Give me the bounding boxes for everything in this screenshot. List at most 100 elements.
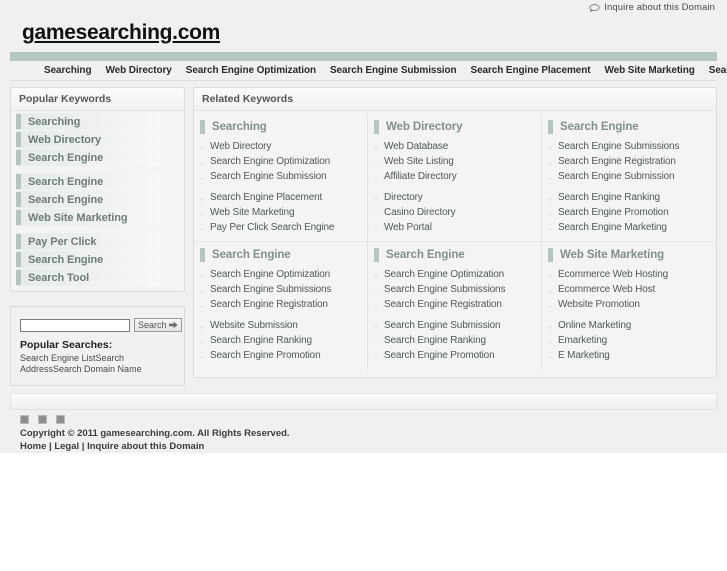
keyword-link[interactable]: Search Engine Promotion — [384, 350, 495, 362]
keyword-item[interactable]: Pay Per Click — [16, 233, 160, 250]
popular-search-link[interactable]: Search Domain Name — [53, 364, 142, 374]
list-item[interactable]: Search Engine Registration — [200, 299, 361, 313]
keyword-link[interactable]: Search Engine Ranking — [558, 192, 660, 204]
site-logo[interactable]: gamesearching.com — [22, 21, 220, 44]
list-item[interactable]: Ecommerce Web Hosting — [548, 269, 710, 283]
list-item[interactable]: E Marketing — [548, 350, 710, 364]
footer-link-inquire-about-this-domain[interactable]: Inquire about this Domain — [87, 441, 204, 452]
keyword-link[interactable]: Pay Per Click — [28, 236, 97, 248]
keyword-item[interactable]: Search Engine — [16, 191, 160, 208]
list-item[interactable]: Search Engine Ranking — [374, 335, 535, 349]
keyword-link[interactable]: Web Site Listing — [384, 156, 454, 168]
keyword-link[interactable]: Search Engine — [28, 152, 103, 164]
list-item[interactable]: Search Engine Promotion — [374, 350, 535, 364]
social-square-icon[interactable] — [38, 415, 47, 424]
keyword-link[interactable]: Search Engine Submissions — [558, 141, 679, 153]
keyword-link[interactable]: Web Portal — [384, 222, 432, 234]
keyword-link[interactable]: Pay Per Click Search Engine — [210, 222, 334, 234]
nav-item-search-engine-optimization[interactable]: Search Engine Optimization — [186, 65, 316, 76]
keyword-item[interactable]: Search Engine — [16, 251, 160, 268]
keyword-link[interactable]: Casino Directory — [384, 207, 456, 219]
list-item[interactable]: Website Submission — [200, 320, 361, 334]
footer-link-legal[interactable]: Legal — [54, 441, 79, 452]
keyword-link[interactable]: Search Engine Ranking — [210, 335, 312, 347]
keyword-link[interactable]: Search Engine Submission — [384, 320, 501, 332]
list-item[interactable]: Directory — [374, 192, 535, 206]
keyword-link[interactable]: Search Engine Registration — [210, 299, 328, 311]
list-item[interactable]: Search Engine Marketing — [548, 222, 710, 236]
keyword-link[interactable]: Searching — [28, 116, 80, 128]
list-item[interactable]: Search Engine Optimization — [200, 269, 361, 283]
keyword-link[interactable]: Search Engine Placement — [210, 192, 322, 204]
keyword-item[interactable]: Search Tool — [16, 269, 160, 286]
social-square-icon[interactable] — [20, 415, 29, 424]
keyword-item[interactable]: Web Site Marketing — [16, 209, 160, 226]
keyword-link[interactable]: Affiliate Directory — [384, 171, 457, 183]
keyword-link[interactable]: Web Directory — [28, 134, 101, 146]
list-item[interactable]: Casino Directory — [374, 207, 535, 221]
keyword-link[interactable]: Search Engine Ranking — [384, 335, 486, 347]
keyword-link[interactable]: Ecommerce Web Host — [558, 284, 655, 296]
footer-link-home[interactable]: Home — [20, 441, 46, 452]
keyword-link[interactable]: Search Engine Registration — [384, 299, 502, 311]
keyword-link[interactable]: Search Engine — [28, 194, 103, 206]
nav-item-searching[interactable]: Searching — [44, 65, 92, 76]
list-item[interactable]: Online Marketing — [548, 320, 710, 334]
nav-item-web-directory[interactable]: Web Directory — [105, 65, 171, 76]
keyword-link[interactable]: Website Submission — [210, 320, 298, 332]
keyword-link[interactable]: Search Engine — [28, 254, 103, 266]
nav-item-search-engine-placement[interactable]: Search Engine Placement — [471, 65, 591, 76]
keyword-link[interactable]: E Marketing — [558, 350, 610, 362]
list-item[interactable]: Search Engine Promotion — [200, 350, 361, 364]
list-item[interactable]: Search Engine Submissions — [374, 284, 535, 298]
list-item[interactable]: Search Engine Submissions — [200, 284, 361, 298]
keyword-link[interactable]: Search Engine Optimization — [384, 269, 504, 281]
keyword-link[interactable]: Directory — [384, 192, 423, 204]
list-item[interactable]: Search Engine Submission — [374, 320, 535, 334]
list-item[interactable]: Emarketing — [548, 335, 710, 349]
list-item[interactable]: Affiliate Directory — [374, 171, 535, 185]
keyword-link[interactable]: Ecommerce Web Hosting — [558, 269, 668, 281]
list-item[interactable]: Pay Per Click Search Engine — [200, 222, 361, 236]
list-item[interactable]: Web Site Listing — [374, 156, 535, 170]
popular-search-link[interactable]: Search Engine List — [20, 353, 96, 363]
keyword-link[interactable]: Search Engine Submission — [210, 171, 327, 183]
keyword-link[interactable]: Web Site Marketing — [210, 207, 295, 219]
list-item[interactable]: Search Engine Submission — [548, 171, 710, 185]
keyword-link[interactable]: Search Engine Promotion — [210, 350, 321, 362]
keyword-link[interactable]: Search Engine Submissions — [210, 284, 331, 296]
search-button[interactable]: Search — [134, 318, 182, 332]
keyword-link[interactable]: Website Promotion — [558, 299, 640, 311]
keyword-link[interactable]: Web Database — [384, 141, 448, 153]
keyword-link[interactable]: Search Engine Submission — [558, 171, 675, 183]
list-item[interactable]: Web Portal — [374, 222, 535, 236]
nav-item-web-site-marketing[interactable]: Web Site Marketing — [604, 65, 694, 76]
list-item[interactable]: Web Database — [374, 141, 535, 155]
keyword-link[interactable]: Search Engine Optimization — [210, 269, 330, 281]
keyword-item[interactable]: Searching — [16, 113, 160, 130]
keyword-link[interactable]: Search Engine Registration — [558, 156, 676, 168]
list-item[interactable]: Search Engine Optimization — [374, 269, 535, 283]
list-item[interactable]: Web Site Marketing — [200, 207, 361, 221]
list-item[interactable]: Ecommerce Web Host — [548, 284, 710, 298]
list-item[interactable]: Search Engine Submission — [200, 171, 361, 185]
keyword-link[interactable]: Search Engine — [28, 176, 103, 188]
list-item[interactable]: Search Engine Ranking — [548, 192, 710, 206]
inquire-about-domain-link[interactable]: Inquire about this Domain — [589, 2, 715, 13]
keyword-link[interactable]: Emarketing — [558, 335, 607, 347]
keyword-item[interactable]: Search Engine — [16, 149, 160, 166]
social-square-icon[interactable] — [56, 415, 65, 424]
keyword-link[interactable]: Web Directory — [210, 141, 271, 153]
keyword-link[interactable]: Web Site Marketing — [28, 212, 128, 224]
nav-item-search-tool[interactable]: Search Tool — [709, 65, 727, 76]
list-item[interactable]: Search Engine Submissions — [548, 141, 710, 155]
keyword-link[interactable]: Search Engine Promotion — [558, 207, 669, 219]
keyword-item[interactable]: Search Engine — [16, 173, 160, 190]
list-item[interactable]: Web Directory — [200, 141, 361, 155]
nav-item-search-engine-submission[interactable]: Search Engine Submission — [330, 65, 457, 76]
list-item[interactable]: Search Engine Ranking — [200, 335, 361, 349]
keyword-item[interactable]: Web Directory — [16, 131, 160, 148]
list-item[interactable]: Search Engine Optimization — [200, 156, 361, 170]
search-input[interactable] — [20, 318, 130, 332]
keyword-link[interactable]: Search Engine Optimization — [210, 156, 330, 168]
